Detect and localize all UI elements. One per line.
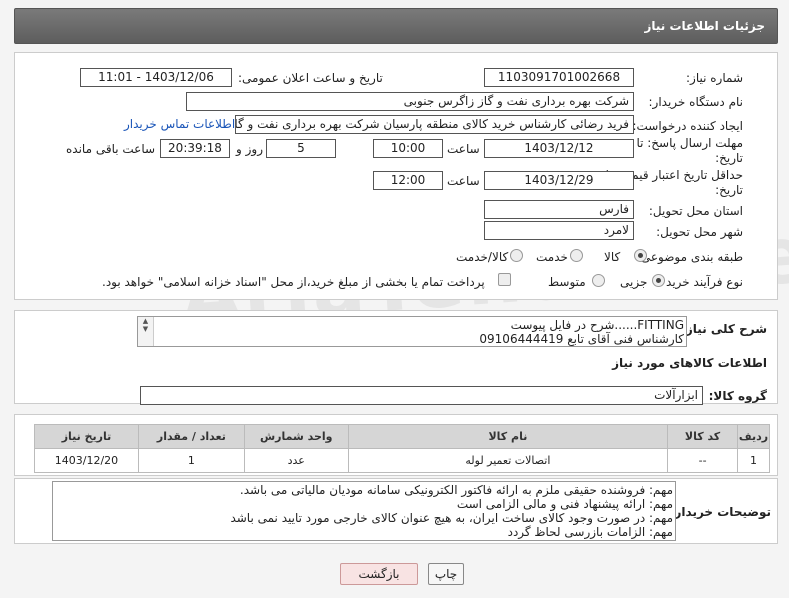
page-title: جزئیات اطلاعات نیاز <box>644 19 765 33</box>
category-radio-goods[interactable] <box>634 249 647 262</box>
treasury-payment-checkbox[interactable] <box>498 273 511 286</box>
buyer-note-line-4: مهم: الزامات بازرسی لحاظ گردد <box>507 525 673 539</box>
price-validity-time-label: ساعت <box>447 174 480 188</box>
purchase-radio-minor[interactable] <box>652 274 665 287</box>
cell-qty: 1 <box>137 448 245 473</box>
description-scrollbar[interactable]: ▲ ▼ <box>138 317 154 346</box>
remaining-time-field: 20:39:18 <box>160 139 230 158</box>
category-option-goods: کالا <box>604 250 621 264</box>
price-validity-label-2: تاریخ: <box>715 183 743 197</box>
reply-deadline-days: 5 <box>266 139 336 158</box>
buyer-contact-link[interactable]: اطلاعات تماس خریدار <box>124 117 235 131</box>
description-label: شرح کلی نیاز: <box>681 322 767 336</box>
table-row: 1 -- اتصالات تعمیر لوله عدد 1 1403/12/20 <box>34 448 770 473</box>
reply-deadline-time: 10:00 <box>373 139 443 158</box>
remaining-time-label: ساعت باقی مانده <box>66 142 156 156</box>
col-code: کد کالا <box>667 424 739 449</box>
category-label: طبقه بندی موضوعی: <box>636 250 743 264</box>
reply-deadline-time-label: ساعت <box>447 142 480 156</box>
items-table: ردیف کد کالا نام کالا واحد شمارش تعداد /… <box>34 424 770 473</box>
province-label: استان محل تحویل: <box>648 204 743 218</box>
cell-code: -- <box>667 448 739 473</box>
goods-group-field: ابزارآلات <box>140 386 703 405</box>
category-radio-goods-service[interactable] <box>510 249 523 262</box>
city-label: شهر محل تحویل: <box>656 225 743 239</box>
reply-deadline-label-2: تاریخ: <box>715 151 743 165</box>
print-button[interactable]: چاپ <box>428 563 464 585</box>
col-row: ردیف <box>737 424 770 449</box>
back-button[interactable]: بازگشت <box>340 563 418 585</box>
scroll-up-icon[interactable]: ▲ <box>138 317 153 325</box>
items-table-wrap: ردیف کد کالا نام کالا واحد شمارش تعداد /… <box>34 424 770 473</box>
days-label: روز و <box>236 142 263 156</box>
buyer-note-line-1: مهم: فروشنده حقیقی ملزم به ارائه فاکتور … <box>239 483 673 497</box>
price-validity-time: 12:00 <box>373 171 443 190</box>
goods-group-label: گروه کالا: <box>708 389 767 403</box>
cell-unit: عدد <box>243 448 349 473</box>
category-option-service: خدمت <box>536 250 568 264</box>
requester-field: فرید رضائی کارشناس خرید کالای منطقه پارس… <box>235 115 634 134</box>
announce-datetime-field: 1403/12/06 - 11:01 <box>80 68 232 87</box>
price-validity-date: 1403/12/29 <box>484 171 634 190</box>
purchase-option-minor: جزیی <box>620 275 648 289</box>
need-number-field: 1103091701002668 <box>484 68 634 87</box>
page-header: جزئیات اطلاعات نیاز <box>14 8 778 44</box>
description-line-2: کارشناس فنی آقای تابع 09106444419 <box>479 332 684 346</box>
description-line-1: FITTING......شرح در فایل پیوست <box>510 318 684 332</box>
col-qty: تعداد / مقدار <box>137 424 245 449</box>
purchase-option-medium: متوسط <box>548 275 586 289</box>
province-field: فارس <box>484 200 634 219</box>
city-field: لامرد <box>484 221 634 240</box>
goods-info-title: اطلاعات کالاهای مورد نیاز <box>612 356 767 370</box>
buyer-note-line-3: مهم: در صورت وجود کالای ساخت ایران، به ه… <box>230 511 673 525</box>
cell-name: اتصالات تعمیر لوله <box>347 448 669 473</box>
buyer-org-field: شرکت بهره برداری نفت و گاز زاگرس جنوبی <box>186 92 634 111</box>
scroll-down-icon[interactable]: ▼ <box>138 325 153 333</box>
category-option-goods-service: کالا/خدمت <box>456 250 509 264</box>
reply-deadline-date: 1403/12/12 <box>484 139 634 158</box>
cell-date: 1403/12/20 <box>34 448 139 473</box>
buyer-notes-box: مهم: فروشنده حقیقی ملزم به ارائه فاکتور … <box>52 481 676 541</box>
need-number-label: شماره نیاز: <box>686 71 743 85</box>
col-unit: واحد شمارش <box>243 424 349 449</box>
announce-datetime-label: تاریخ و ساعت اعلان عمومی: <box>238 71 383 85</box>
buyer-notes-label: توضیحات خریدار: <box>669 505 771 519</box>
buyer-org-label: نام دستگاه خریدار: <box>648 95 744 109</box>
reply-deadline-label-1: مهلت ارسال پاسخ: تا <box>636 136 743 150</box>
col-name: نام کالا <box>347 424 669 449</box>
purchase-radio-medium[interactable] <box>592 274 605 287</box>
description-textarea[interactable]: ▲ ▼ FITTING......شرح در فایل پیوست کارشن… <box>137 316 687 347</box>
cell-row: 1 <box>737 448 770 473</box>
buyer-note-line-2: مهم: ارائه پیشنهاد فنی و مالی الزامی است <box>456 497 673 511</box>
treasury-payment-note: پرداخت تمام یا بخشی از مبلغ خرید،از محل … <box>102 275 485 289</box>
col-date: تاریخ نیاز <box>34 424 139 449</box>
requester-label: ایجاد کننده درخواست: <box>632 119 743 133</box>
purchase-type-label: نوع فرآیند خرید : <box>658 275 743 289</box>
category-radio-service[interactable] <box>570 249 583 262</box>
